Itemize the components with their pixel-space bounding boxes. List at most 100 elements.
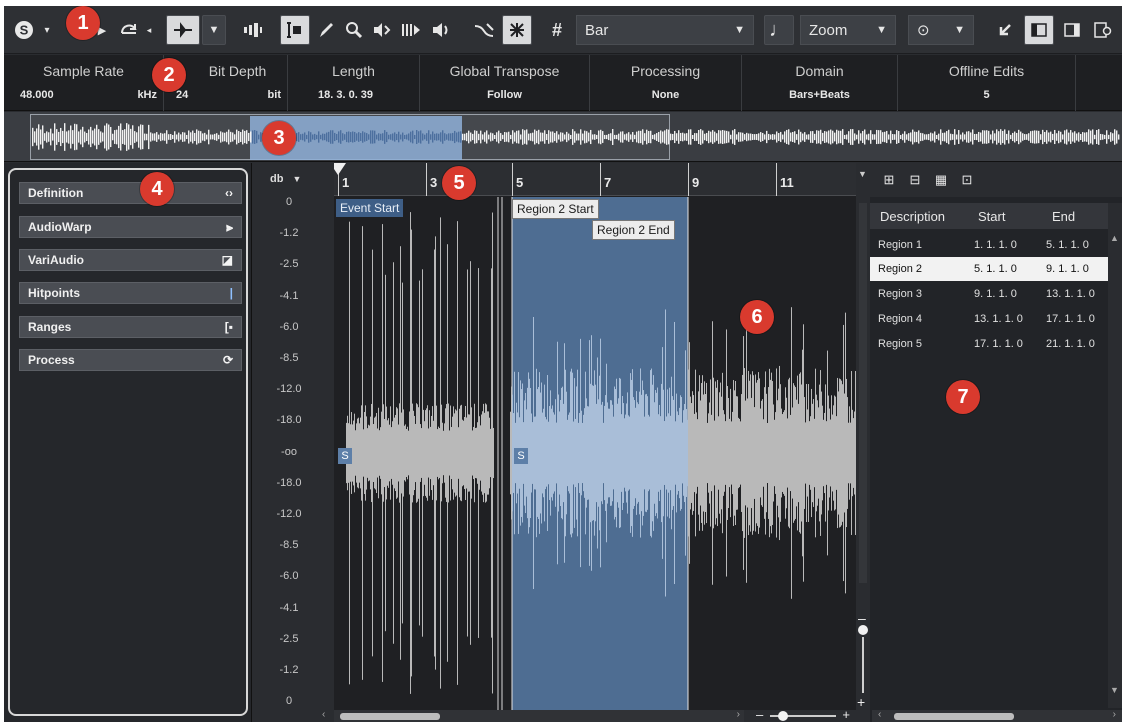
horizontal-zoom-control: – +	[752, 707, 856, 722]
scroll-right-icon[interactable]: ›	[737, 709, 740, 720]
level-scale-label: -oo	[281, 445, 297, 458]
visibility-dropdown[interactable]: ⊙ ▼	[908, 15, 974, 45]
chevron-down-icon[interactable]: ▼	[858, 169, 867, 179]
regions-horizontal-scrollbar[interactable]: ‹ ›	[872, 709, 1122, 722]
info-domain[interactable]: Domain Bars+Beats	[742, 55, 898, 111]
region-end: 5. 1. 1. 0	[1046, 239, 1089, 251]
grid-icon[interactable]: #	[544, 15, 570, 45]
info-sample-rate[interactable]: Sample Rate 48.000 kHz	[4, 55, 164, 111]
waveform-horizontal-scrollbar[interactable]: ‹ ›	[322, 709, 744, 722]
info-offline-edits[interactable]: Offline Edits 5	[898, 55, 1076, 111]
right-zone-icon[interactable]	[1058, 15, 1086, 45]
section-definition[interactable]: Definition ‹›	[19, 182, 242, 204]
overview-line[interactable]	[4, 112, 1122, 162]
scrollbar-thumb[interactable]	[340, 713, 440, 720]
loop-options-icon[interactable]: ◂	[144, 15, 154, 45]
warp-tool-icon[interactable]	[398, 15, 424, 45]
scroll-right-icon[interactable]: ›	[1113, 709, 1116, 720]
zoom-track[interactable]	[859, 203, 867, 583]
horizontal-zoom-handle[interactable]	[778, 711, 788, 721]
column-header-end[interactable]: End	[1052, 209, 1075, 224]
zoom-value: Zoom	[809, 21, 848, 39]
ruler-number: 1	[342, 175, 350, 190]
level-scale-label: -12.0	[276, 508, 302, 520]
range-selection-tool-icon[interactable]	[280, 15, 310, 45]
waveform-display[interactable]: 1 3 5 7 9 11 Event Start Region 2 Start …	[334, 163, 856, 710]
scroll-down-icon[interactable]: ▼	[1110, 685, 1119, 695]
level-scale-label: -18.0	[276, 476, 302, 489]
table-row-selected[interactable]: Region 2 5. 1. 1. 0 9. 1. 1. 0	[870, 257, 1108, 281]
info-length[interactable]: Length 18. 3. 0. 39	[288, 55, 420, 111]
zoom-in-icon[interactable]: +	[842, 707, 850, 722]
event-start-marker[interactable]: Event Start	[336, 199, 404, 217]
playhead-triangle-icon[interactable]	[334, 163, 348, 177]
scroll-left-icon[interactable]: ‹	[878, 709, 881, 720]
section-variaudio[interactable]: VariAudio ◪	[19, 249, 242, 271]
left-zone-icon[interactable]	[1024, 15, 1054, 45]
speaker-icon[interactable]	[428, 15, 454, 45]
open-in-window-icon[interactable]	[992, 15, 1018, 45]
info-processing[interactable]: Processing None	[590, 55, 742, 111]
hitpoint-icon: |	[229, 286, 233, 300]
zoom-dropdown[interactable]: Zoom ▼	[800, 15, 896, 45]
scroll-up-icon[interactable]: ▲	[1110, 233, 1119, 243]
section-process[interactable]: Process ⟳	[19, 349, 242, 371]
regions-vertical-scrollbar[interactable]: ▲ ▼	[1108, 203, 1122, 708]
sync-point-marker[interactable]: S	[514, 448, 528, 464]
level-scale-unit: db	[270, 173, 284, 185]
acoustic-feedback-icon[interactable]	[166, 15, 200, 45]
eye-icon: ⊙	[917, 22, 930, 39]
zoom-tool-icon[interactable]	[342, 15, 366, 45]
region-2-end-marker[interactable]: Region 2 End	[592, 220, 675, 240]
section-audiowarp[interactable]: AudioWarp ⫸	[19, 216, 242, 238]
ruler[interactable]: 1 3 5 7 9 11	[334, 163, 856, 196]
region-start: 1. 1. 1. 0	[974, 239, 1017, 251]
draw-tool-icon[interactable]	[314, 15, 338, 45]
ruler-format-value: Bar	[585, 21, 609, 39]
table-row[interactable]: Region 3 9. 1. 1. 0 13. 1. 1. 0	[870, 282, 1108, 306]
zoom-out-icon[interactable]: –	[858, 611, 866, 625]
info-global-transpose[interactable]: Global Transpose Follow	[420, 55, 590, 111]
sync-point-marker[interactable]: S	[338, 448, 352, 464]
snap-to-zero-crossing-icon[interactable]	[470, 15, 498, 45]
remove-region-icon[interactable]: ⊟	[904, 170, 926, 190]
chevron-down-icon: ▼	[954, 24, 965, 36]
level-scale-label: -12.0	[276, 383, 302, 396]
level-scale-header[interactable]: db ▼	[270, 173, 301, 185]
table-row[interactable]: Region 1 1. 1. 1. 0 5. 1. 1. 0	[870, 233, 1108, 257]
solo-dropdown-arrow-icon[interactable]: ▾	[40, 15, 54, 45]
section-hitpoints[interactable]: Hitpoints |	[19, 282, 242, 304]
region-end: 13. 1. 1. 0	[1046, 288, 1095, 300]
feedback-dropdown-icon[interactable]: ▼	[202, 15, 226, 45]
solo-icon[interactable]: S	[12, 15, 36, 45]
setup-window-icon[interactable]	[1090, 15, 1116, 45]
table-row[interactable]: Region 5 17. 1. 1. 0 21. 1. 1. 0	[870, 332, 1108, 356]
ruler-tick	[776, 163, 777, 196]
column-header-description[interactable]: Description	[880, 209, 945, 224]
ruler-tick	[688, 163, 689, 196]
vertical-zoom-handle[interactable]	[858, 625, 868, 635]
snap-icon[interactable]	[502, 15, 532, 45]
audition-volume-icon[interactable]	[240, 15, 266, 45]
select-region-icon[interactable]: ▦	[930, 170, 952, 190]
export-region-icon[interactable]: ⊡	[956, 170, 978, 190]
add-region-icon[interactable]: ⊞	[878, 170, 900, 190]
scroll-left-icon[interactable]: ‹	[322, 709, 325, 720]
zoom-out-icon[interactable]: –	[756, 707, 763, 722]
vertical-zoom-slider[interactable]	[862, 637, 864, 693]
range-icon: [▪	[224, 320, 233, 334]
ruler-format-dropdown[interactable]: Bar ▼	[576, 15, 754, 45]
column-header-start[interactable]: Start	[978, 209, 1005, 224]
region-description: Region 5	[878, 338, 923, 350]
loop-icon[interactable]	[116, 15, 142, 45]
table-row[interactable]: Region 4 13. 1. 1. 0 17. 1. 1. 0	[870, 307, 1108, 331]
callout-4: 4	[140, 172, 174, 206]
info-label: Domain	[795, 63, 844, 79]
zoom-in-icon[interactable]: +	[857, 694, 865, 710]
quantize-note-icon[interactable]: ♩	[764, 15, 794, 45]
section-ranges[interactable]: Ranges [▪	[19, 316, 242, 338]
region-start: 5. 1. 1. 0	[974, 263, 1017, 275]
scrollbar-thumb[interactable]	[894, 713, 1014, 720]
play-tool-icon[interactable]	[370, 15, 394, 45]
region-2-start-marker[interactable]: Region 2 Start	[512, 199, 599, 219]
